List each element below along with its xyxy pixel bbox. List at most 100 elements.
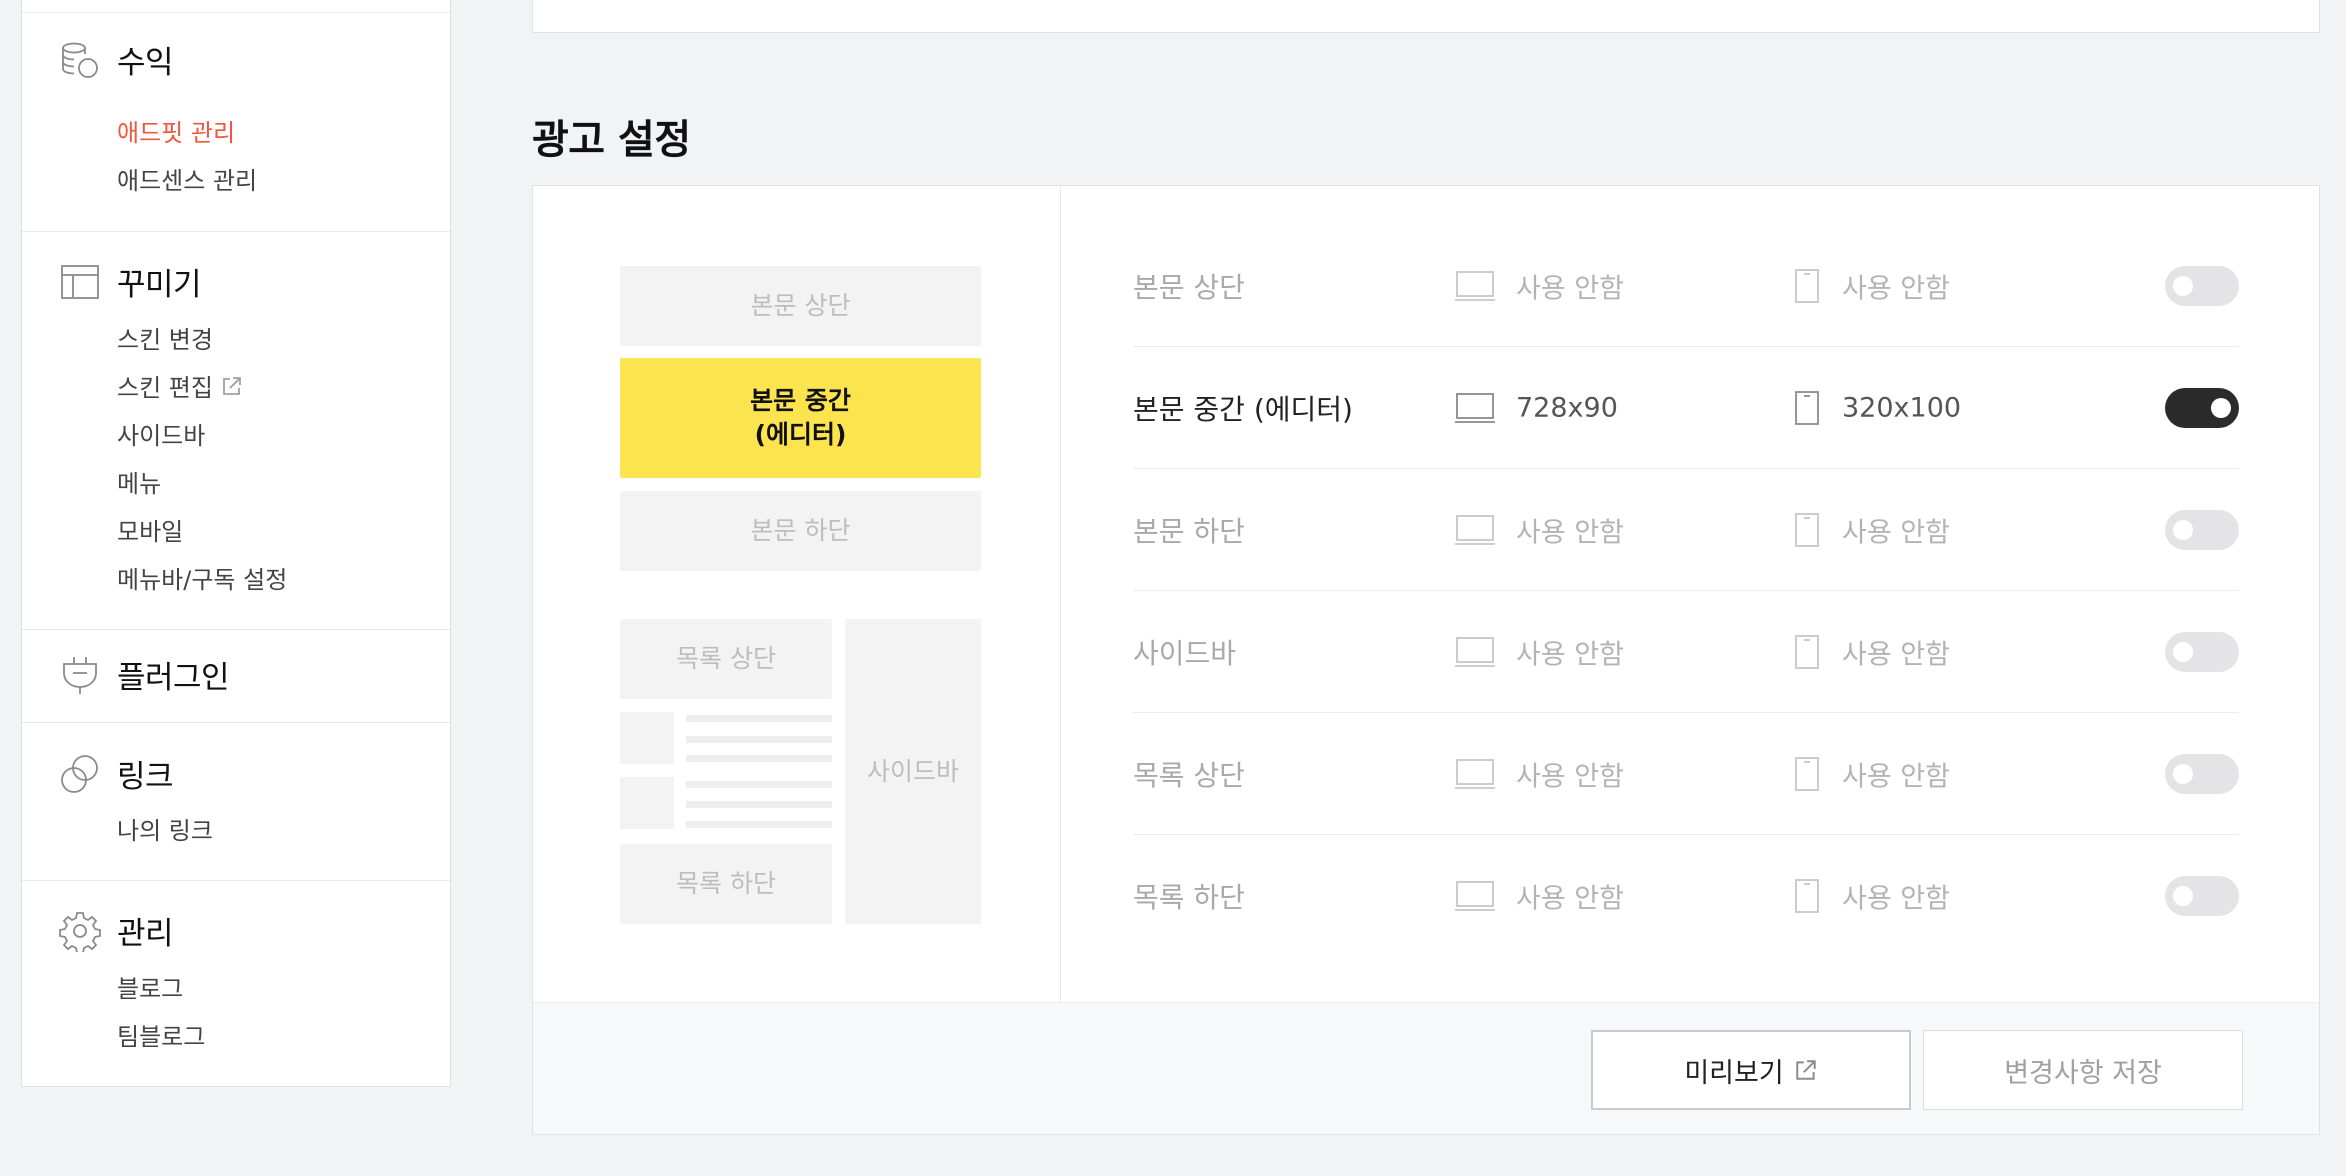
mobile-icon — [1795, 879, 1819, 913]
sidebar-group-title-manage[interactable]: 관리 — [117, 908, 174, 953]
preview-body-middle-line1: 본문 중간 — [750, 386, 851, 416]
divider — [22, 12, 450, 13]
desktop-icon — [1455, 514, 1495, 545]
divider — [22, 629, 450, 630]
preview-list-line — [686, 736, 832, 743]
toggle-knob — [2173, 641, 2193, 662]
preview-sidebar[interactable]: 사이드바 — [845, 619, 981, 924]
preview-body-middle-line2: (에디터) — [754, 420, 847, 449]
ad-slot-row: 본문 하단 사용 안함 사용 안함 — [1133, 469, 2239, 591]
mobile-icon — [1795, 390, 1819, 425]
ad-slot-row: 사이드바 사용 안함 사용 안함 — [1133, 591, 2239, 713]
ad-slot-label: 본문 하단 — [1133, 514, 1245, 548]
desktop-icon — [1455, 636, 1495, 667]
preview-list-line — [686, 715, 832, 722]
ad-slot-toggle[interactable] — [2165, 265, 2239, 306]
divider — [22, 231, 450, 232]
sidebar-item-menu[interactable]: 메뉴 — [117, 464, 161, 499]
previous-panel — [532, 0, 2320, 33]
toggle-knob — [2173, 275, 2193, 296]
ad-slot-label: 본문 상단 — [1133, 270, 1245, 304]
pc-size-value: 사용 안함 — [1516, 273, 1624, 304]
sidebar-group-title-customize[interactable]: 꾸미기 — [117, 259, 202, 304]
ad-slot-label: 목록 하단 — [1133, 881, 1245, 914]
ad-slot-toggle[interactable] — [2165, 509, 2239, 550]
ad-slot-label: 본문 중간 (에디터) — [1133, 392, 1353, 426]
preview-button[interactable]: 미리보기 — [1591, 1030, 1911, 1110]
ad-slot-label: 사이드바 — [1133, 636, 1237, 670]
sidebar-item-my-link[interactable]: 나의 링크 — [117, 811, 213, 846]
coins-icon — [62, 42, 98, 78]
pc-size-value: 사용 안함 — [1516, 883, 1624, 915]
divider — [22, 722, 450, 723]
sidebar-group-title-link[interactable]: 링크 — [117, 751, 174, 796]
sidebar-item-label: 스킨 편집 — [117, 374, 213, 402]
external-link-icon — [1795, 1060, 1816, 1080]
sidebar-item-team-blog[interactable]: 팀블로그 — [117, 1017, 205, 1052]
toggle-knob — [2211, 397, 2231, 418]
pc-size-value: 728x90 — [1516, 392, 1618, 423]
ad-slot-toggle[interactable] — [2165, 876, 2239, 916]
mobile-icon — [1795, 634, 1819, 669]
preview-body-middle[interactable]: 본문 중간 (에디터) — [620, 358, 981, 478]
mobile-size-value: 사용 안함 — [1842, 273, 1950, 304]
mobile-size-value: 사용 안함 — [1842, 517, 1950, 548]
desktop-icon — [1455, 392, 1495, 423]
pc-size-value: 사용 안함 — [1516, 761, 1624, 792]
mobile-size-value: 320x100 — [1842, 392, 1962, 423]
sidebar-item-menubar[interactable]: 메뉴바/구독 설정 — [117, 560, 287, 595]
mobile-size-value: 사용 안함 — [1842, 639, 1950, 670]
sidebar-item-adsense[interactable]: 애드센스 관리 — [117, 161, 257, 196]
card-footer: 미리보기 변경사항 저장 — [533, 1002, 2319, 1134]
preview-list-thumb — [620, 712, 674, 764]
sidebar-group-title-plugin[interactable]: 플러그인 — [117, 652, 230, 697]
ad-slot-row: 본문 상단 사용 안함 사용 안함 — [1133, 225, 2239, 347]
gear-icon — [59, 912, 101, 952]
preview-body-bottom[interactable]: 본문 하단 — [620, 491, 981, 571]
preview-list-line — [686, 821, 832, 828]
preview-list-line — [686, 755, 832, 762]
link-icon — [61, 755, 98, 793]
plug-icon — [63, 657, 97, 694]
sidebar-item-mobile[interactable]: 모바일 — [117, 512, 183, 547]
preview-list-line — [686, 801, 832, 808]
mobile-icon — [1795, 512, 1819, 547]
ad-slot-row: 목록 상단 사용 안함 사용 안함 — [1133, 713, 2239, 835]
divider — [22, 880, 450, 881]
external-link-icon — [223, 376, 241, 395]
preview-button-label: 미리보기 — [1684, 1057, 1784, 1089]
page-title: 광고 설정 — [532, 117, 691, 163]
pc-size-value: 사용 안함 — [1516, 517, 1624, 548]
sidebar-item-sidebar[interactable]: 사이드바 — [117, 416, 205, 451]
preview-list-line — [686, 781, 832, 788]
sidebar-item-skin-edit[interactable]: 스킨 편집 — [117, 368, 243, 403]
toggle-knob — [2173, 886, 2193, 906]
ad-slot-row: 본문 중간 (에디터) 728x90 320x100 — [1133, 347, 2239, 469]
mobile-size-value: 사용 안함 — [1842, 761, 1950, 792]
ad-slot-toggle[interactable] — [2165, 387, 2239, 428]
preview-list-bottom[interactable]: 목록 하단 — [620, 844, 832, 924]
toggle-knob — [2173, 519, 2193, 540]
sidebar-item-skin-change[interactable]: 스킨 변경 — [117, 320, 213, 355]
desktop-icon — [1455, 270, 1495, 301]
ad-slot-row: 목록 하단 사용 안함 사용 안함 — [1133, 835, 2239, 957]
layout-icon — [61, 265, 99, 299]
ad-settings-card: 본문 상단 본문 중간 (에디터) 본문 하단 목록 상단 목록 하단 사이드바… — [532, 185, 2320, 1135]
sidebar-item-blog[interactable]: 블로그 — [117, 969, 183, 1004]
ad-slot-label: 목록 상단 — [1133, 758, 1245, 792]
sidebar: 수익 애드핏 관리 애드센스 관리 꾸미기 스킨 변경 스킨 편집 사이드바 메… — [21, 0, 451, 1087]
desktop-icon — [1455, 758, 1495, 789]
ad-slot-toggle[interactable] — [2165, 631, 2239, 672]
save-changes-button[interactable]: 변경사항 저장 — [1923, 1030, 2243, 1110]
mobile-icon — [1795, 756, 1819, 791]
sidebar-group-title-revenue[interactable]: 수익 — [117, 37, 174, 82]
toggle-knob — [2173, 763, 2193, 784]
mobile-icon — [1795, 268, 1819, 303]
ad-slot-toggle[interactable] — [2165, 753, 2239, 794]
sidebar-item-adfit[interactable]: 애드핏 관리 — [117, 113, 235, 148]
preview-list-top[interactable]: 목록 상단 — [620, 619, 832, 699]
preview-body-top[interactable]: 본문 상단 — [620, 266, 981, 346]
desktop-icon — [1455, 881, 1495, 911]
mobile-size-value: 사용 안함 — [1842, 883, 1950, 915]
ad-position-preview: 본문 상단 본문 중간 (에디터) 본문 하단 목록 상단 목록 하단 사이드바 — [533, 186, 1061, 1002]
